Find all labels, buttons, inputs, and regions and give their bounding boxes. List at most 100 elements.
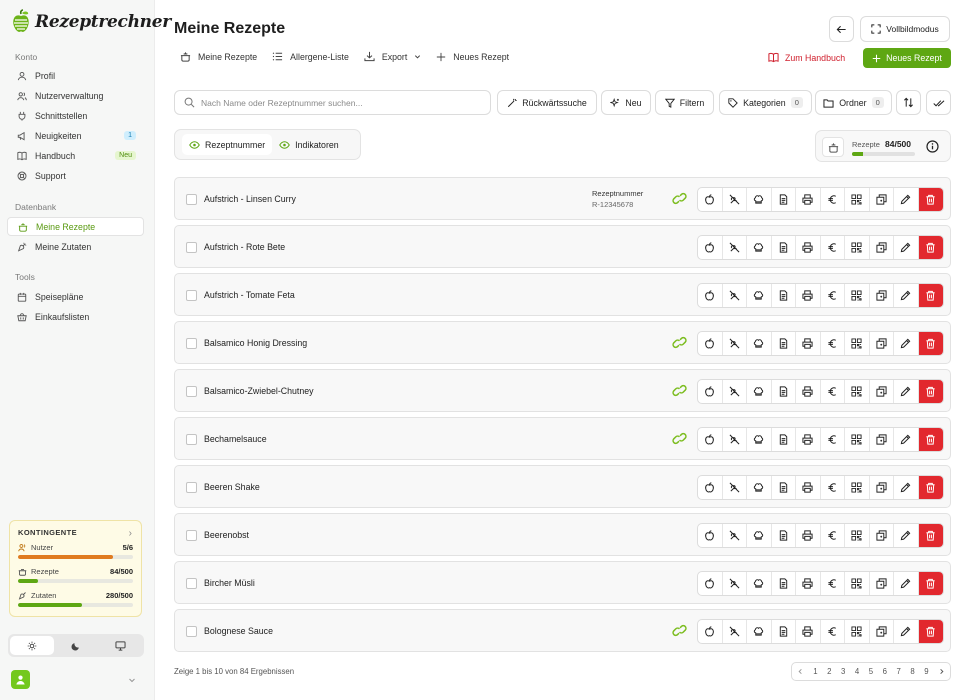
recipe-row[interactable]: Bolognese Sauce <box>174 609 951 652</box>
avatar[interactable] <box>11 670 30 689</box>
recipe-row[interactable]: Aufstrich - Tomate Feta <box>174 273 951 316</box>
link-icon[interactable] <box>672 191 687 206</box>
document-button[interactable] <box>772 380 796 403</box>
apple-button[interactable] <box>698 620 723 643</box>
allergen-button[interactable] <box>723 284 747 307</box>
link-icon[interactable] <box>672 383 687 398</box>
app-logo[interactable]: Rezeptrechner <box>11 8 171 36</box>
recipe-name[interactable]: Bechamelsauce <box>204 434 267 444</box>
qr-code-button[interactable] <box>845 524 870 547</box>
chef-hat-button[interactable] <box>747 380 772 403</box>
chef-hat-button[interactable] <box>747 524 772 547</box>
duplicate-button[interactable] <box>870 236 894 259</box>
euro-button[interactable] <box>821 572 845 595</box>
trash-button[interactable] <box>918 332 943 355</box>
page-1[interactable]: 1 <box>813 667 817 676</box>
theme-system-button[interactable] <box>98 636 142 655</box>
page-2[interactable]: 2 <box>827 667 831 676</box>
edit-button[interactable] <box>894 620 919 643</box>
duplicate-button[interactable] <box>870 188 894 211</box>
chef-hat-button[interactable] <box>747 188 772 211</box>
sidebar-item-support[interactable]: Support <box>7 166 144 185</box>
chef-hat-button[interactable] <box>747 572 772 595</box>
qr-code-button[interactable] <box>845 476 870 499</box>
apple-button[interactable] <box>698 188 723 211</box>
edit-button[interactable] <box>894 524 919 547</box>
qr-code-button[interactable] <box>845 188 870 211</box>
recipe-row[interactable]: Aufstrich - Rote Bete <box>174 225 951 268</box>
document-button[interactable] <box>772 476 796 499</box>
allergen-button[interactable] <box>723 236 747 259</box>
printer-button[interactable] <box>796 380 821 403</box>
printer-button[interactable] <box>796 428 821 451</box>
page-5[interactable]: 5 <box>869 667 873 676</box>
allergen-button[interactable] <box>723 620 747 643</box>
row-checkbox[interactable] <box>186 386 197 397</box>
back-button[interactable] <box>829 16 854 42</box>
row-checkbox[interactable] <box>186 338 197 349</box>
euro-button[interactable] <box>821 284 845 307</box>
categories-button[interactable]: Kategorien 0 <box>719 90 812 115</box>
sidebar-item-nutzerverwaltung[interactable]: Nutzerverwaltung <box>7 86 144 105</box>
apple-button[interactable] <box>698 236 723 259</box>
apple-button[interactable] <box>698 524 723 547</box>
trash-button[interactable] <box>918 380 943 403</box>
trash-button[interactable] <box>918 188 943 211</box>
recipe-name[interactable]: Balsamico-Zwiebel-Chutney <box>204 386 314 396</box>
recipe-name[interactable]: Aufstrich - Rote Bete <box>204 242 285 252</box>
reverse-search-button[interactable]: Rückwärtssuche <box>497 90 597 115</box>
chevron-right-icon[interactable] <box>938 668 945 675</box>
theme-light-button[interactable] <box>10 636 54 655</box>
duplicate-button[interactable] <box>870 380 894 403</box>
euro-button[interactable] <box>821 188 845 211</box>
chevron-down-icon[interactable] <box>128 676 136 684</box>
printer-button[interactable] <box>796 476 821 499</box>
recipe-row[interactable]: Bechamelsauce <box>174 417 951 460</box>
trash-button[interactable] <box>918 572 943 595</box>
page-4[interactable]: 4 <box>855 667 859 676</box>
sidebar-item-profil[interactable]: Profil <box>7 66 144 85</box>
quota-card[interactable]: KONTINGENTE › Nutzer 5/6 Rezepte 84/500 … <box>9 520 142 617</box>
recipe-name[interactable]: Balsamico Honig Dressing <box>204 338 307 348</box>
qr-code-button[interactable] <box>845 620 870 643</box>
edit-button[interactable] <box>894 428 919 451</box>
page-8[interactable]: 8 <box>910 667 914 676</box>
row-checkbox[interactable] <box>186 626 197 637</box>
printer-button[interactable] <box>796 620 821 643</box>
edit-button[interactable] <box>894 332 919 355</box>
page-3[interactable]: 3 <box>841 667 845 676</box>
trash-button[interactable] <box>918 428 943 451</box>
sort-button[interactable] <box>896 90 921 115</box>
chef-hat-button[interactable] <box>747 476 772 499</box>
chevron-left-icon[interactable] <box>797 668 804 675</box>
filter-button[interactable]: Filtern <box>655 90 714 115</box>
toggle-recipe-number[interactable]: Rezeptnummer <box>182 134 273 155</box>
allergen-button[interactable] <box>723 188 747 211</box>
recipe-name[interactable]: Aufstrich - Linsen Curry <box>204 194 296 204</box>
duplicate-button[interactable] <box>870 620 894 643</box>
sidebar-item-einkaufslisten[interactable]: Einkaufslisten <box>7 307 144 326</box>
edit-button[interactable] <box>894 476 919 499</box>
tab-allergene-liste[interactable]: Allergene-Liste <box>272 51 349 62</box>
link-icon[interactable] <box>672 623 687 638</box>
printer-button[interactable] <box>796 332 821 355</box>
euro-button[interactable] <box>821 476 845 499</box>
trash-button[interactable] <box>918 620 943 643</box>
allergen-button[interactable] <box>723 428 747 451</box>
document-button[interactable] <box>772 620 796 643</box>
search-input[interactable] <box>201 97 471 108</box>
select-all-button[interactable] <box>926 90 951 115</box>
duplicate-button[interactable] <box>870 332 894 355</box>
document-button[interactable] <box>772 284 796 307</box>
edit-button[interactable] <box>894 188 919 211</box>
page-7[interactable]: 7 <box>897 667 901 676</box>
edit-button[interactable] <box>894 284 919 307</box>
qr-code-button[interactable] <box>845 284 870 307</box>
recipe-row[interactable]: Balsamico-Zwiebel-Chutney <box>174 369 951 412</box>
row-checkbox[interactable] <box>186 434 197 445</box>
trash-button[interactable] <box>918 284 943 307</box>
recipe-name[interactable]: Bolognese Sauce <box>204 626 273 636</box>
row-checkbox[interactable] <box>186 194 197 205</box>
apple-button[interactable] <box>698 428 723 451</box>
euro-button[interactable] <box>821 428 845 451</box>
